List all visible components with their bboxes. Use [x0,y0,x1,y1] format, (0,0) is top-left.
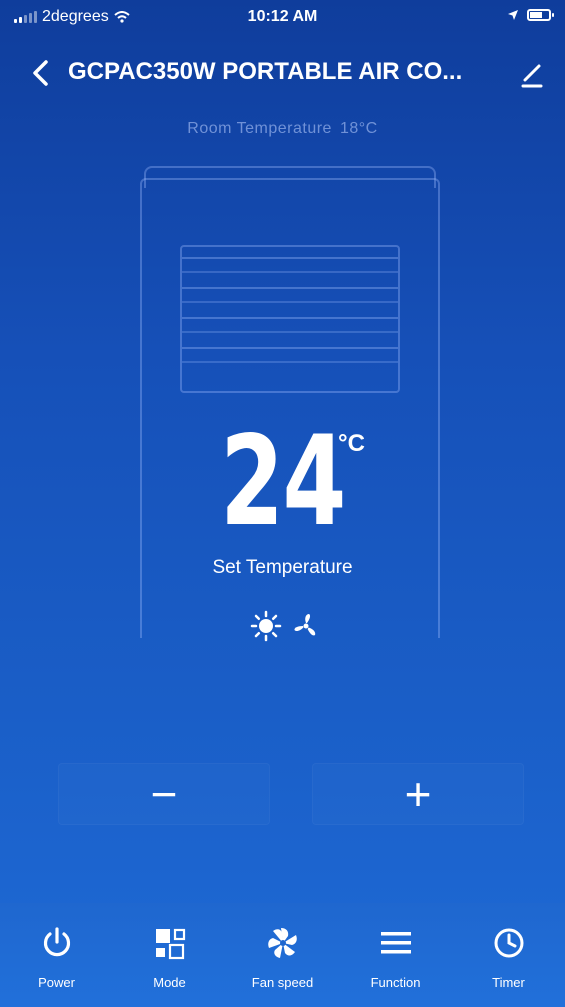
clock-icon [494,928,523,958]
clock: 10:12 AM [247,8,318,25]
edit-button[interactable] [515,56,549,90]
page-title: GCPAC350W PORTABLE AIR CO... [68,58,463,85]
decrease-temperature-button[interactable]: − [58,763,270,825]
device-vent [180,245,400,393]
menu-icon [380,932,411,954]
bottom-navigation: Power Mode Fan speed Function Timer [0,903,565,1007]
status-bar: 2degrees 10:12 AM [0,0,565,34]
temperature-unit: °C [338,430,365,457]
power-icon [43,927,70,957]
nav-power[interactable]: Power [7,903,107,990]
battery-icon [527,9,554,21]
room-temperature-label: Room Temperature [187,120,332,137]
chevron-left-icon [33,60,48,86]
app-header: GCPAC350W PORTABLE AIR CO... [0,48,565,98]
set-temperature-label: Set Temperature [212,557,353,578]
nav-mode-label: Mode [153,975,186,990]
room-temperature: Room Temperature 18°C [0,120,565,138]
location-icon [508,10,518,20]
nav-mode[interactable]: Mode [120,903,220,990]
nav-power-label: Power [38,975,75,990]
nav-timer[interactable]: Timer [459,903,559,990]
nav-fan-speed[interactable]: Fan speed [233,903,333,990]
active-mode-icons [250,610,322,642]
mode-icon [155,928,185,960]
set-temperature-value: 24 [220,410,346,554]
increase-temperature-button[interactable]: + [312,763,524,825]
fan-icon [294,614,316,636]
nav-fan-speed-label: Fan speed [251,975,314,990]
room-temperature-value: 18°C [339,120,378,137]
nav-timer-label: Timer [492,975,525,990]
back-button[interactable] [26,56,56,90]
pencil-icon [521,64,543,88]
fan-speed-icon [267,928,297,958]
nav-function[interactable]: Function [346,903,446,990]
nav-function-label: Function [370,975,421,990]
sun-icon [250,610,282,642]
